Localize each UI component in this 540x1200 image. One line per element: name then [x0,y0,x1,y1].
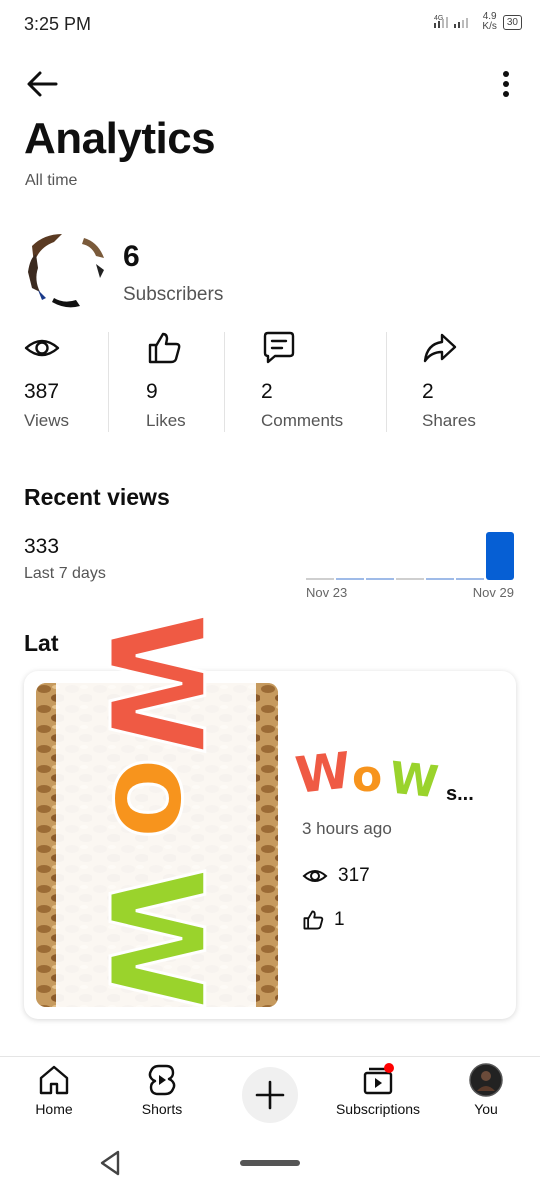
subscriptions-icon [363,1063,394,1095]
nav-label: Shorts [141,1101,183,1117]
chart-bar [456,578,484,580]
stat-value: 2 [261,380,273,403]
profile-avatar-icon [469,1063,503,1097]
video-title: s... [446,783,474,805]
thumbs-up-icon [148,332,181,364]
page-subtitle: All time [25,172,78,189]
shorts-icon [148,1064,176,1096]
svg-text:W: W [294,741,354,804]
video-title-wow-art: W o W [294,741,441,807]
share-icon [423,333,457,363]
thumbs-up-icon [303,910,324,930]
recent-views-title: Recent views [24,484,170,510]
status-time: 3:25 PM [24,14,92,34]
video-likes-count: 1 [334,909,345,930]
svg-text:4G: 4G [434,15,443,22]
stat-label: Views [24,411,70,430]
video-likes: 1 [302,909,345,931]
comment-icon [263,331,295,364]
battery-icon: 30 [502,14,522,30]
signal-icon: 4G [434,15,469,28]
page-title: Analytics [24,114,216,163]
back-button[interactable] [22,68,62,100]
bottom-navigation: Home Shorts Subscriptions You [0,1056,540,1130]
more-vertical-icon [503,71,509,97]
recent-views-period: Last 7 days [24,565,106,582]
svg-text:o: o [86,757,225,839]
create-button[interactable] [242,1067,298,1123]
subscribers-label: Subscribers [123,284,224,305]
divider [386,332,387,432]
chart-bar [336,578,364,580]
stat-value: 387 [24,380,60,403]
video-views-count: 317 [338,865,370,886]
more-options-button[interactable] [492,68,520,102]
chart-bar [486,532,514,580]
stat-label: Shares [422,411,476,430]
nav-home[interactable]: Home [4,1063,104,1117]
notification-dot [384,1063,394,1073]
app-bar [0,60,540,110]
home-icon [39,1065,69,1095]
channel-avatar [24,228,108,312]
recent-views-value: 333 [24,535,60,558]
chart-bar [396,578,424,580]
chart-end-label: Nov 29 [473,585,514,600]
nav-label: Subscriptions [335,1101,421,1117]
latest-content-title: Lat [24,630,59,656]
stat-value: 9 [146,380,158,403]
eye-icon [302,870,328,882]
system-navigation-bar [0,1132,540,1200]
nav-shorts[interactable]: Shorts [112,1063,212,1117]
arrow-back-icon [27,71,58,97]
system-back-icon[interactable] [96,1148,124,1178]
chart-bar [426,578,454,580]
stat-label: Comments [261,411,344,430]
recent-views-chart[interactable]: Nov 23 Nov 29 [300,525,522,605]
chart-bar [366,578,394,580]
stat-value: 2 [422,380,434,403]
nav-you[interactable]: You [436,1063,536,1117]
network-speed: 4.9 K/s [482,11,497,32]
system-home-pill[interactable] [240,1160,300,1166]
svg-text:W: W [79,612,231,755]
eye-icon [24,339,60,357]
nav-subscriptions[interactable]: Subscriptions [328,1063,428,1117]
stat-label: Likes [146,411,186,430]
stats-row: 387 Views 9 Likes 2 Comments 2 Shares [0,328,540,436]
svg-text:W: W [387,753,441,807]
divider [224,332,225,432]
subscribers-count: 6 [123,240,140,273]
chart-start-label: Nov 23 [306,585,347,600]
chart-bar [306,578,334,580]
video-views: 317 [302,865,370,887]
svg-text:o: o [352,751,382,802]
status-icons: 4G 4.9 K/s 30 [432,12,522,32]
plus-icon [255,1080,285,1110]
svg-text:W: W [79,867,231,1010]
nav-label: Home [35,1101,73,1117]
status-bar: 3:25 PM 4G 4.9 K/s 30 [0,0,540,48]
video-published-time: 3 hours ago [302,819,392,838]
wow-sticker: W o W [78,612,233,1012]
nav-label: You [474,1101,498,1117]
divider [108,332,109,432]
